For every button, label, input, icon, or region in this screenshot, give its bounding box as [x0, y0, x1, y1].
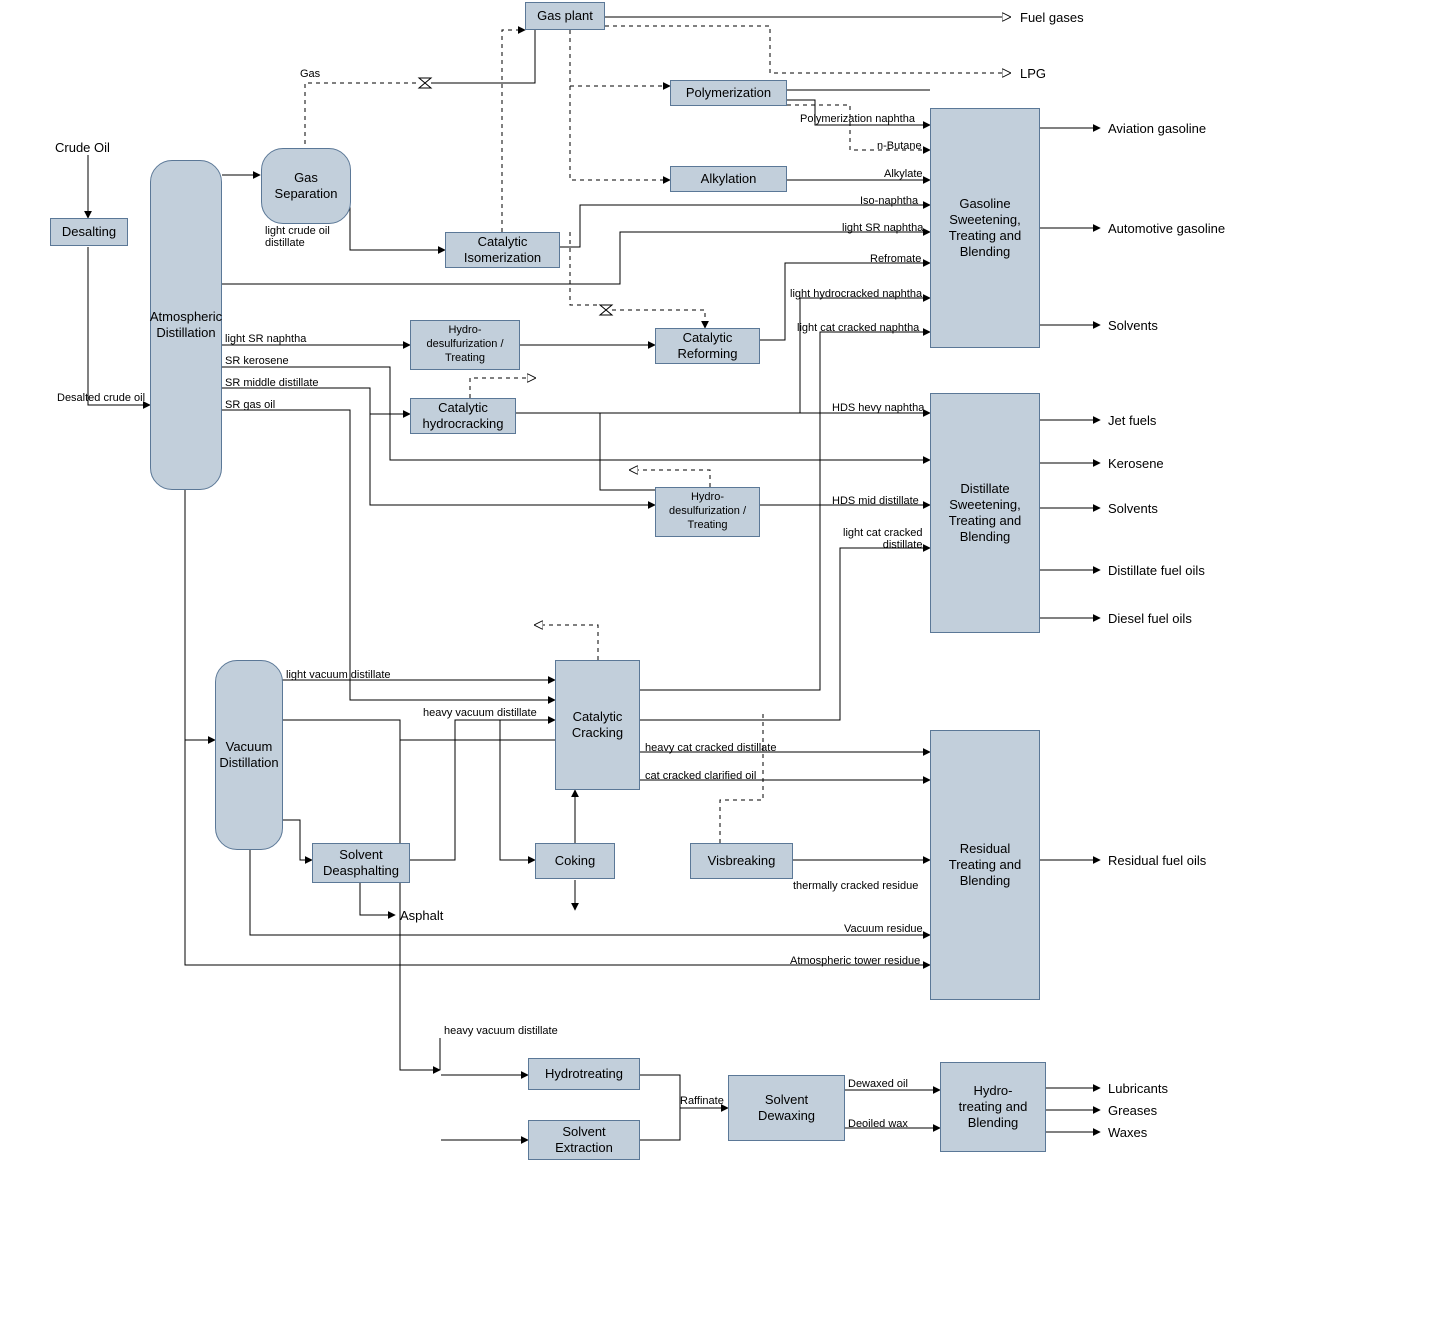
unit-catalytic-cracking: Catalytic Cracking	[555, 660, 640, 790]
unit-gasoline-blend: Gasoline Sweetening, Treating and Blendi…	[930, 108, 1040, 348]
label-hds-mid-distillate: HDS mid distillate	[832, 495, 919, 507]
product-fuel-gases: Fuel gases	[1020, 10, 1084, 25]
unit-hydro-treating-blending: Hydro- treating and Blending	[940, 1062, 1046, 1152]
product-kerosene: Kerosene	[1108, 456, 1164, 471]
unit-gas-separation: Gas Separation	[261, 148, 351, 224]
unit-visbreaking: Visbreaking	[690, 843, 793, 879]
product-aviation-gasoline: Aviation gasoline	[1108, 121, 1206, 136]
unit-catalytic-isomerization: Catalytic Isomerization	[445, 232, 560, 268]
unit-gas-plant: Gas plant	[525, 2, 605, 30]
unit-coking: Coking	[535, 843, 615, 879]
label-therm-cracked: thermally cracked residue	[793, 880, 918, 892]
unit-solvent-deasphalting: Solvent Deasphalting	[312, 843, 410, 883]
label-deoiled-wax: Deoiled wax	[848, 1118, 908, 1130]
label-desalted-crude: Desalted crude oil	[57, 392, 145, 404]
label-sr-gas-oil: SR gas oil	[225, 399, 275, 411]
label-light-cat-naphtha: light cat cracked naphtha	[797, 322, 919, 334]
label-vacuum-residue: Vacuum residue	[844, 923, 923, 935]
label-light-hydro-naphtha: light hydrocracked naphtha	[790, 288, 922, 300]
label-heavy-vac-distillate-2: heavy vacuum distillate	[444, 1025, 558, 1037]
label-hds-heavy-naphtha: HDS hevy naphtha	[832, 402, 924, 414]
product-distillate-fuel-oils: Distillate fuel oils	[1108, 563, 1205, 578]
label-raffinate: Raffinate	[680, 1095, 724, 1107]
product-residual-fuel-oils: Residual fuel oils	[1108, 853, 1206, 868]
label-heavy-cat-distillate: heavy cat cracked distillate	[645, 742, 776, 754]
product-waxes: Waxes	[1108, 1125, 1147, 1140]
label-n-butane: n-Butane	[877, 140, 922, 152]
unit-vacuum-distillation: Vacuum Distillation	[215, 660, 283, 850]
label-light-cat-distillate: light cat cracked distillate	[843, 527, 922, 551]
unit-catalytic-reforming: Catalytic Reforming	[655, 328, 760, 364]
label-sr-kerosene: SR kerosene	[225, 355, 289, 367]
unit-hydro-desulf-2: Hydro- desulfurization / Treating	[655, 487, 760, 537]
unit-residual-blend: Residual Treating and Blending	[930, 730, 1040, 1000]
label-alkylate: Alkylate	[884, 168, 923, 180]
unit-distillate-blend: Distillate Sweetening, Treating and Blen…	[930, 393, 1040, 633]
unit-hydro-desulf-1: Hydro- desulfurization / Treating	[410, 320, 520, 370]
product-solvents-1: Solvents	[1108, 318, 1158, 333]
label-asphalt: Asphalt	[400, 908, 443, 923]
unit-hydrotreating: Hydrotreating	[528, 1058, 640, 1090]
label-iso-naphtha: Iso-naphtha	[860, 195, 918, 207]
label-light-sr-naphtha-2: light SR naphtha	[842, 222, 923, 234]
label-sr-mid-dist: SR middle distillate	[225, 377, 319, 389]
product-diesel-fuel-oils: Diesel fuel oils	[1108, 611, 1192, 626]
label-poly-naphtha: Polymerization naphtha	[800, 113, 915, 125]
product-lpg: LPG	[1020, 66, 1046, 81]
label-light-vac-distillate: light vacuum distillate	[286, 669, 391, 681]
product-lubricants: Lubricants	[1108, 1081, 1168, 1096]
unit-desalting: Desalting	[50, 218, 128, 246]
label-light-sr-naphtha-1: light SR naphtha	[225, 333, 306, 345]
product-jet-fuels: Jet fuels	[1108, 413, 1156, 428]
label-atm-tower-residue: Atmospheric tower residue	[790, 955, 920, 967]
product-solvents-2: Solvents	[1108, 501, 1158, 516]
label-refromate: Refromate	[870, 253, 921, 265]
unit-atmospheric-distillation: Atmospheric Distillation	[150, 160, 222, 490]
product-greases: Greases	[1108, 1103, 1157, 1118]
unit-alkylation: Alkylation	[670, 166, 787, 192]
unit-solvent-dewaxing: Solvent Dewaxing	[728, 1075, 845, 1141]
unit-solvent-extraction: Solvent Extraction	[528, 1120, 640, 1160]
product-automotive-gasoline: Automotive gasoline	[1108, 221, 1225, 236]
unit-catalytic-hydrocracking: Catalytic hydrocracking	[410, 398, 516, 434]
label-gas: Gas	[300, 68, 320, 80]
label-dewaxed-oil: Dewaxed oil	[848, 1078, 908, 1090]
unit-polymerization: Polymerization	[670, 80, 787, 106]
label-heavy-vac-distillate-1: heavy vacuum distillate	[423, 707, 537, 719]
label-cat-clarified-oil: cat cracked clarified oil	[645, 770, 756, 782]
label-light-crude-distillate: light crude oil distillate	[265, 225, 330, 249]
label-crude-oil: Crude Oil	[55, 140, 110, 155]
